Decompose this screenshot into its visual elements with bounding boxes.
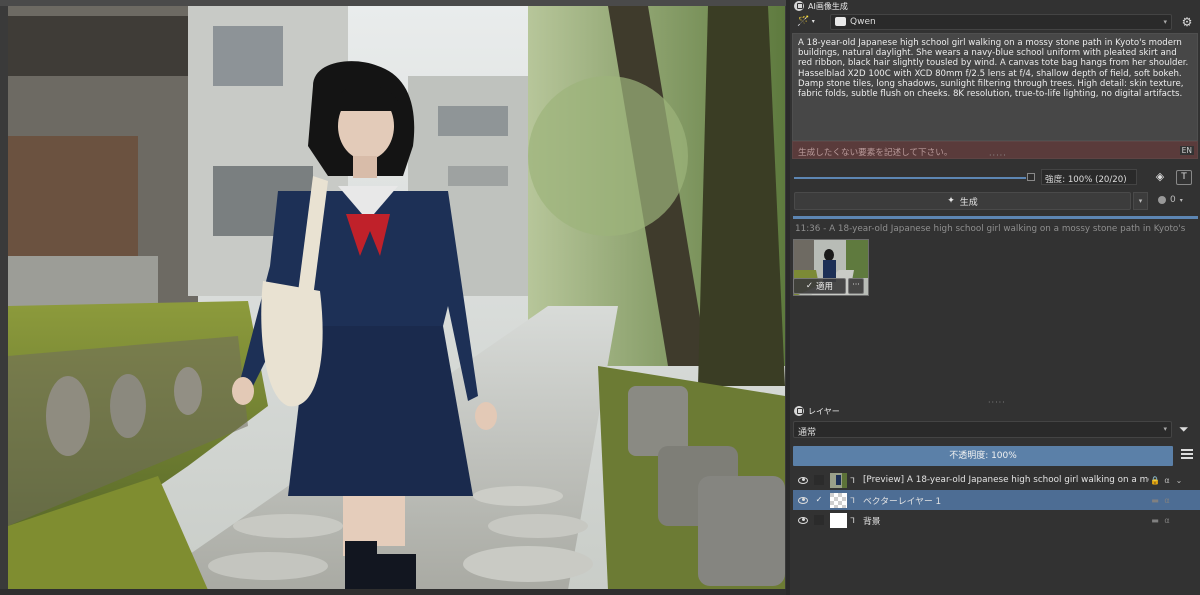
canvas-area[interactable] bbox=[0, 0, 790, 595]
model-select[interactable]: Qwen ▾ bbox=[830, 13, 1172, 30]
alpha-icon[interactable]: α bbox=[1161, 516, 1173, 525]
strength-slider[interactable] bbox=[794, 177, 1026, 179]
wand-icon: ✦ bbox=[947, 196, 955, 206]
eye-icon[interactable] bbox=[798, 496, 808, 504]
queue-status-icon bbox=[1158, 196, 1166, 204]
history-more-button[interactable]: ··· bbox=[848, 278, 864, 294]
layer-menu-button[interactable] bbox=[1181, 449, 1193, 461]
chevron-down-icon: ▾ bbox=[1179, 196, 1183, 204]
strength-spinbox[interactable]: 強度: 100% (20/20) bbox=[1041, 169, 1137, 185]
check-icon: ✓ bbox=[805, 281, 814, 291]
generate-options-dropdown[interactable]: ▾ bbox=[1133, 192, 1148, 210]
layer-row-preview[interactable]: ᒣ [Preview] A 18-year-old Japanese high … bbox=[793, 470, 1200, 490]
layers-panel-title-bar: レイヤー bbox=[790, 405, 1200, 417]
apply-button[interactable]: ✓ 適用 bbox=[793, 278, 846, 294]
dock-close-icon[interactable] bbox=[794, 1, 804, 11]
layers-button[interactable]: ◈ bbox=[1152, 170, 1168, 185]
opacity-slider[interactable]: 不透明度: 100% bbox=[793, 446, 1173, 466]
history-caption: 11:36 - A 18-year-old Japanese high scho… bbox=[795, 224, 1186, 234]
alpha-icon[interactable]: α bbox=[1161, 476, 1173, 485]
negative-prompt-input[interactable]: 生成したくない要素を記述して下さい。 ····· EN bbox=[792, 141, 1198, 160]
ai-panel-title-bar: AI画像生成 bbox=[790, 0, 1200, 12]
model-icon bbox=[835, 17, 846, 26]
strength-label: 強度: 100% (20/20) bbox=[1045, 175, 1127, 185]
language-badge[interactable]: EN bbox=[1179, 146, 1194, 155]
canvas-bottom-bar bbox=[0, 589, 790, 595]
layer-checkbox[interactable] bbox=[814, 475, 824, 485]
prompt-textarea[interactable]: A 18-year-old Japanese high school girl … bbox=[792, 33, 1198, 141]
prompt-text: A 18-year-old Japanese high school girl … bbox=[798, 38, 1189, 100]
chevron-down-icon: ▾ bbox=[1163, 425, 1167, 433]
strength-slider-handle[interactable] bbox=[1027, 173, 1035, 181]
apply-label: 適用 bbox=[816, 282, 834, 292]
vector-layer-icon: ᒣ bbox=[850, 495, 855, 505]
strength-row: 強度: 100% (20/20) ◈ T bbox=[790, 168, 1200, 188]
layer-name: 背景 bbox=[863, 516, 881, 527]
layer-checkbox[interactable] bbox=[814, 515, 824, 525]
more-icon: ··· bbox=[852, 280, 860, 289]
layer-row-background[interactable]: ᒣ 背景 ▬ α bbox=[793, 510, 1200, 530]
layer-name: ベクターレイヤー 1 bbox=[863, 496, 942, 507]
settings-button[interactable]: ⚙ bbox=[1175, 15, 1199, 29]
chevron-down-icon: ▾ bbox=[1138, 197, 1143, 205]
workspace-mode-button[interactable]: 🪄 ▾ bbox=[793, 13, 819, 30]
generate-label: 生成 bbox=[959, 197, 978, 208]
chevron-down-icon: ▾ bbox=[1163, 17, 1167, 26]
layer-thumbnail bbox=[830, 512, 847, 528]
queue-count: 0 bbox=[1170, 195, 1176, 205]
model-row: 🪄 ▾ Qwen ▾ ⚙ bbox=[790, 12, 1200, 31]
lock-icon[interactable]: ▬ bbox=[1149, 516, 1161, 525]
lock-icon[interactable]: 🔒 bbox=[1149, 476, 1161, 485]
eye-icon[interactable] bbox=[798, 476, 808, 484]
generate-row: ✦ 生成 ▾ 0 ▾ bbox=[790, 191, 1200, 211]
wand-icon: 🪄 bbox=[797, 16, 810, 27]
paint-layer-icon: ᒣ bbox=[850, 475, 855, 485]
gear-icon: ⚙ bbox=[1181, 14, 1193, 29]
opacity-label: 不透明度: 100% bbox=[949, 451, 1017, 461]
chevron-down-icon[interactable]: ⌄ bbox=[1173, 476, 1185, 485]
model-select-value: Qwen bbox=[850, 16, 876, 27]
alpha-icon[interactable]: α bbox=[1161, 496, 1173, 505]
blend-mode-value: 通常 bbox=[798, 428, 817, 438]
dock-close-icon[interactable] bbox=[794, 406, 804, 416]
opacity-row: 不透明度: 100% bbox=[790, 446, 1200, 467]
filter-icon: ⏷ bbox=[1179, 422, 1189, 436]
lock-icon[interactable]: ▬ bbox=[1149, 496, 1161, 505]
layer-row-vector[interactable]: ✓ ᒣ ベクターレイヤー 1 ▬ α bbox=[793, 490, 1200, 510]
layer-thumbnail bbox=[830, 472, 847, 488]
blend-mode-select[interactable]: 通常 ▾ bbox=[793, 421, 1172, 438]
layers-icon: ◈ bbox=[1155, 170, 1165, 183]
queue-indicator[interactable]: 0 ▾ bbox=[1158, 195, 1183, 205]
resize-grip-icon[interactable]: ····· bbox=[989, 151, 1007, 160]
layer-thumbnail bbox=[830, 492, 847, 508]
text-icon: T bbox=[1181, 172, 1187, 182]
ai-panel-title: AI画像生成 bbox=[808, 1, 848, 11]
chevron-down-icon: ▾ bbox=[811, 18, 815, 25]
eye-icon[interactable] bbox=[798, 516, 808, 524]
menu-icon bbox=[1181, 449, 1193, 451]
generation-progress-bar bbox=[793, 216, 1198, 219]
canvas-image[interactable] bbox=[8, 6, 785, 590]
generated-photo bbox=[8, 6, 785, 590]
right-dock-panel: AI画像生成 🪄 ▾ Qwen ▾ ⚙ A 18-year-old Japane… bbox=[790, 0, 1200, 595]
negative-prompt-placeholder: 生成したくない要素を記述して下さい。 bbox=[798, 148, 953, 158]
layer-name: [Preview] A 18-year-old Japanese high sc… bbox=[863, 475, 1149, 485]
layer-checkbox[interactable]: ✓ bbox=[814, 495, 824, 505]
text-prompt-button[interactable]: T bbox=[1176, 170, 1192, 185]
layers-panel-title: レイヤー bbox=[808, 406, 840, 416]
generate-button[interactable]: ✦ 生成 bbox=[794, 192, 1131, 210]
layer-filter-button[interactable]: ⏷ bbox=[1179, 422, 1189, 437]
blend-row: 通常 ▾ ⏷ bbox=[790, 420, 1200, 440]
paint-layer-icon: ᒣ bbox=[850, 515, 855, 525]
